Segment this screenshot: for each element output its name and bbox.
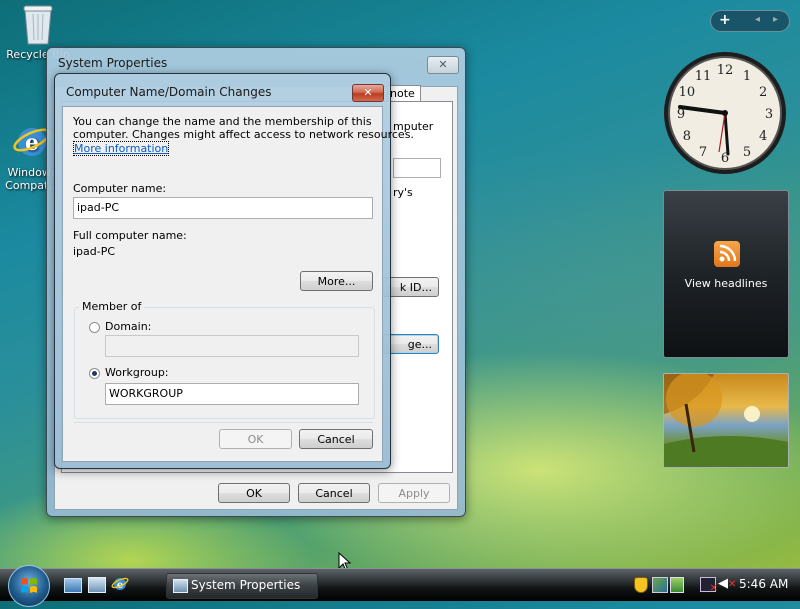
full-computer-name-label: Full computer name:	[73, 229, 187, 242]
clock-gadget[interactable]: 12 1 2 3 4 5 6 7 8 9 10 11	[662, 50, 788, 176]
clock-number: 7	[699, 145, 707, 160]
clock-face-icon: 12 1234567891011	[664, 52, 786, 174]
start-button[interactable]	[8, 565, 50, 607]
system-ok-button[interactable]: OK	[218, 483, 290, 503]
clock-number: 2	[759, 85, 767, 100]
rss-feed-icon	[714, 241, 740, 267]
show-desktop-icon[interactable]	[64, 578, 82, 593]
computer-name-input[interactable]: ipad-PC	[73, 197, 373, 219]
recycle-bin-icon	[21, 2, 55, 46]
volume-muted-icon[interactable]: ◀✕	[718, 576, 736, 591]
security-shield-icon[interactable]	[634, 577, 648, 593]
member-of-label: Member of	[79, 300, 145, 313]
notification-area: ✕ ◀✕ 5:46 AM	[628, 573, 798, 597]
taskbar: e System Properties ✕ ◀✕ 5:46 AM	[0, 565, 800, 607]
dialog-separator	[74, 422, 373, 423]
clock-time[interactable]: 5:46 AM	[739, 577, 788, 591]
taskbar-task-label: System Properties	[191, 578, 301, 592]
dialog-client-area: You can change the name and the membersh…	[62, 106, 414, 462]
tab-label: note	[390, 87, 415, 100]
workgroup-radio[interactable]	[89, 368, 100, 379]
defender-icon[interactable]	[652, 577, 668, 593]
windows-logo-icon	[21, 578, 37, 593]
sidebar-controls: + ◂ ▸	[710, 10, 790, 32]
clock-number: 12	[717, 63, 734, 78]
clock-number: 8	[683, 129, 691, 144]
more-button[interactable]: More...	[300, 271, 373, 291]
taskbar-system-properties-button[interactable]: System Properties	[166, 573, 318, 599]
switch-windows-icon[interactable]	[88, 577, 106, 593]
workgroup-input[interactable]: WORKGROUP	[105, 383, 359, 405]
dialog-close-button[interactable]: ✕	[352, 84, 384, 102]
domain-label: Domain:	[105, 320, 152, 333]
info-text-partial: ry's	[393, 186, 413, 199]
clock-number: 1	[743, 69, 751, 84]
clock-number: 3	[765, 107, 773, 122]
previous-gadget-icon[interactable]: ◂	[755, 14, 760, 25]
description-field-partial[interactable]	[393, 158, 441, 178]
dialog-title: Computer Name/Domain Changes	[66, 85, 272, 99]
taskbar-internet-explorer-icon[interactable]: e	[111, 575, 129, 593]
domain-radio[interactable]	[89, 322, 100, 333]
intro-line-2: computer. Changes might affect access to…	[73, 128, 414, 141]
autumn-landscape-image	[664, 374, 788, 467]
system-properties-close-button[interactable]: ✕	[427, 56, 459, 74]
slideshow-gadget[interactable]	[663, 373, 789, 468]
clock-number: 4	[759, 129, 767, 144]
computer-name-dialog: Computer Name/Domain Changes ✕ You can c…	[54, 73, 414, 469]
dialog-ok-button[interactable]: OK	[219, 429, 292, 449]
add-gadget-icon[interactable]: +	[719, 12, 731, 28]
workgroup-label: Workgroup:	[105, 366, 169, 379]
full-computer-name-value: ipad-PC	[73, 245, 116, 258]
domain-input[interactable]	[105, 335, 359, 357]
clock-number: 5	[743, 145, 751, 160]
system-properties-title: System Properties	[58, 56, 168, 70]
intro-line-1: You can change the name and the membersh…	[73, 115, 372, 128]
view-headlines-label: View headlines	[684, 277, 768, 290]
feed-headlines-gadget[interactable]: View headlines	[663, 190, 789, 358]
computer-name-label: Computer name:	[73, 182, 167, 195]
more-information-link[interactable]: More information	[73, 141, 170, 156]
next-gadget-icon[interactable]: ▸	[773, 14, 778, 25]
network-icon[interactable]: ✕	[700, 577, 718, 594]
computer-name-tab-partial[interactable]: note	[387, 85, 421, 102]
dialog-cancel-button[interactable]: Cancel	[299, 429, 373, 449]
system-apply-button[interactable]: Apply	[378, 483, 450, 503]
clock-number: 10	[679, 85, 696, 100]
system-cancel-button[interactable]: Cancel	[298, 483, 370, 503]
system-properties-taskbar-icon	[173, 579, 188, 593]
windows-sidebar-icon[interactable]	[670, 577, 684, 593]
clock-number: 11	[695, 69, 712, 84]
